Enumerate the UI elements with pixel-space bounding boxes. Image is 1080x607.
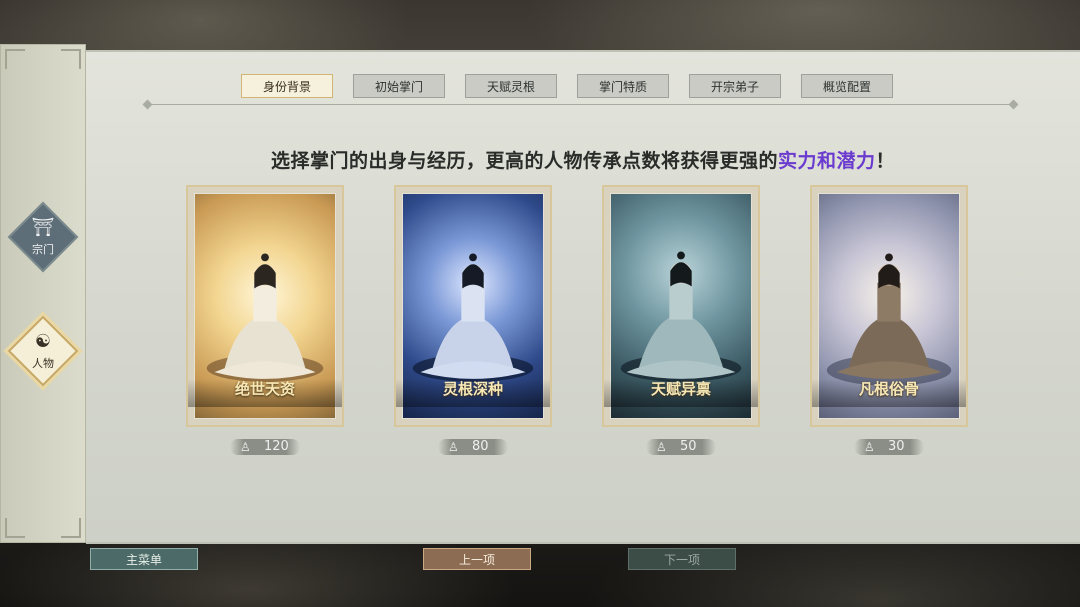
card-title: 灵根深种: [442, 380, 503, 398]
divider-ornament: [1008, 99, 1019, 110]
next-button[interactable]: 下一项: [628, 548, 736, 570]
tab-initial-leader[interactable]: 初始掌门: [353, 74, 445, 98]
previous-button[interactable]: 上一项: [423, 548, 531, 570]
inheritance-point-icon: ♙: [864, 440, 875, 454]
main-menu-button[interactable]: 主菜单: [90, 548, 198, 570]
side-navigation: ⛩ 宗门 ☯ 人物: [0, 44, 86, 543]
card-title: 凡根俗骨: [858, 380, 919, 398]
tab-identity-background[interactable]: 身份背景: [241, 74, 333, 98]
card-title: 天赋异禀: [650, 380, 711, 398]
card-cost: ♙ 80: [438, 438, 508, 456]
headline-highlight: 实力和潜力: [777, 150, 876, 172]
temple-icon: ⛩: [31, 217, 55, 238]
background-card-gifted-talent[interactable]: 天赋异禀: [602, 185, 760, 427]
cost-value: 50: [680, 439, 697, 454]
tab-leader-traits[interactable]: 掌门特质: [577, 74, 669, 98]
meditating-person-icon: ☯: [34, 331, 52, 352]
tab-talent-root[interactable]: 天赋灵根: [465, 74, 557, 98]
cost-value: 80: [472, 439, 489, 454]
divider-ornament: [142, 99, 153, 110]
sidebar-item-sect[interactable]: ⛩ 宗门: [1, 195, 85, 275]
divider: [146, 104, 1014, 105]
inheritance-point-icon: ♙: [656, 440, 667, 454]
inheritance-point-icon: ♙: [240, 440, 251, 454]
headline-text: 选择掌门的出身与经历，更高的人物传承点数将获得更强的: [270, 150, 778, 172]
cost-value: 30: [888, 439, 905, 454]
main-panel: 身份背景 初始掌门 天赋灵根 掌门特质 开宗弟子 概览配置 选择掌门的出身与经历…: [86, 50, 1080, 544]
cost-value: 120: [264, 439, 289, 454]
card-cost: ♙ 30: [854, 438, 924, 456]
frame-corner: [61, 518, 81, 538]
sidebar-item-label: 人物: [32, 357, 54, 370]
headline-suffix: ！: [875, 150, 896, 172]
sidebar-item-label: 宗门: [32, 243, 54, 256]
card-title: 绝世天资: [234, 380, 295, 398]
card-cost: ♙ 120: [230, 438, 300, 456]
background-card-mortal-bones[interactable]: 凡根俗骨: [810, 185, 968, 427]
card-cost: ♙ 50: [646, 438, 716, 456]
inheritance-point-icon: ♙: [448, 440, 459, 454]
tab-overview-config[interactable]: 概览配置: [801, 74, 893, 98]
background-card-deep-spirit-root[interactable]: 灵根深种: [394, 185, 552, 427]
sidebar-item-person[interactable]: ☯ 人物: [1, 309, 85, 389]
frame-corner: [5, 518, 25, 538]
instruction-headline: 选择掌门的出身与经历，更高的人物传承点数将获得更强的实力和潜力！: [86, 146, 1080, 173]
frame-corner: [61, 49, 81, 69]
background-card-peerless-talent[interactable]: 绝世天资: [186, 185, 344, 427]
frame-corner: [5, 49, 25, 69]
tab-founding-disciples[interactable]: 开宗弟子: [689, 74, 781, 98]
